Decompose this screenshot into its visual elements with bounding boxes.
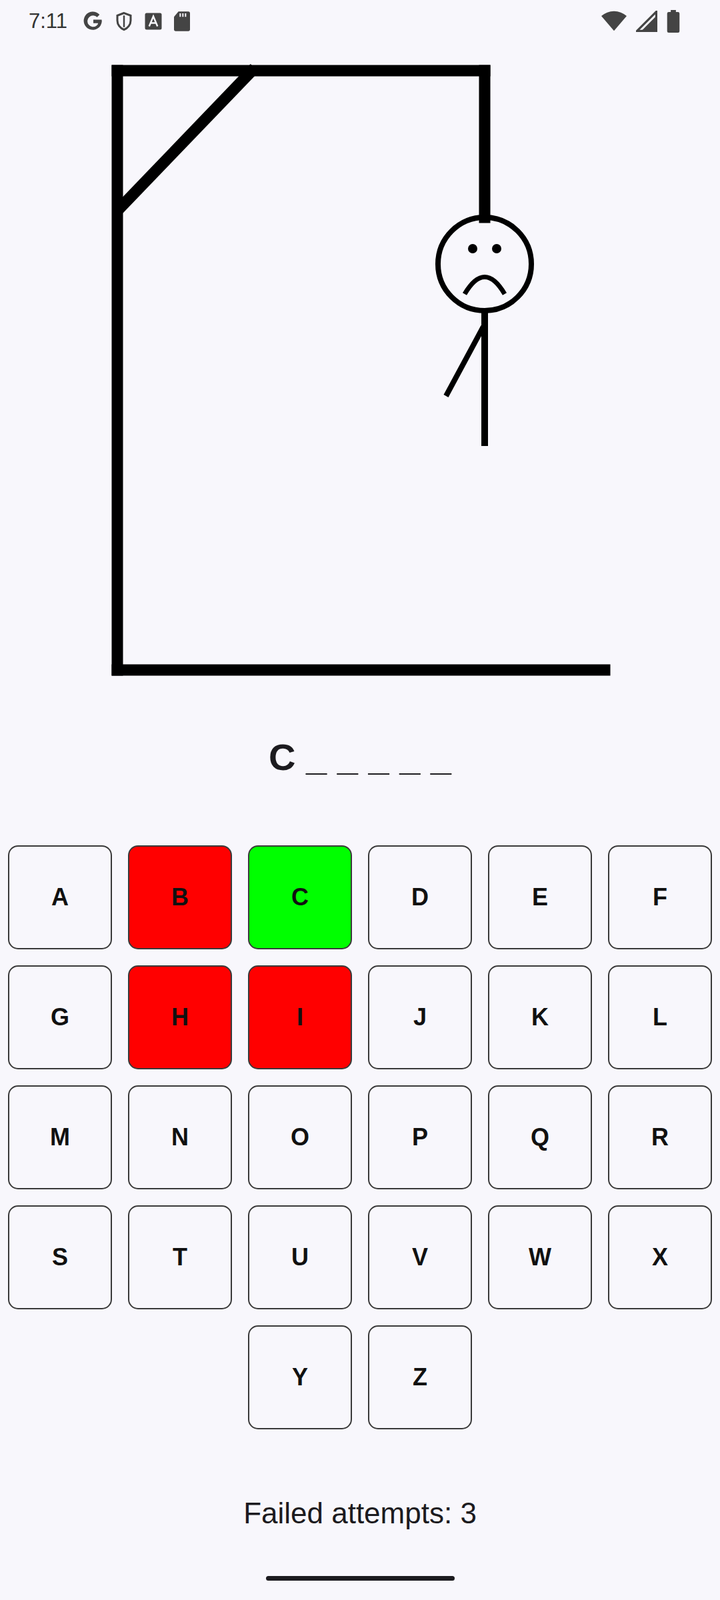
nav-handle[interactable] [266, 1576, 455, 1581]
letter-key[interactable]: Z [368, 1325, 472, 1430]
gallows-area [0, 60, 720, 700]
keyboard-row: GHIJKL [8, 965, 712, 1070]
status-time: 7:11 [28, 9, 68, 34]
letter-key[interactable]: S [8, 1205, 112, 1310]
letter-key[interactable]: W [488, 1205, 592, 1310]
letter-key[interactable]: E [488, 845, 592, 950]
letter-key[interactable]: Y [248, 1325, 352, 1430]
letter-key[interactable]: N [128, 1085, 232, 1190]
status-left: 7:11 [28, 8, 192, 35]
letter-key[interactable]: O [248, 1085, 352, 1190]
letter-key[interactable]: I [248, 965, 352, 1070]
hangman-screen: 7:11 C _ _ _ _ _ ABCDEF GHIJKL MNOPQR STUVWX Y… [0, 0, 720, 1600]
letter-key[interactable]: B [128, 845, 232, 950]
word-row: C _ _ _ _ _ [0, 700, 720, 814]
letter-key[interactable]: Q [488, 1085, 592, 1190]
failed-attempts: Failed attempts: 3 [243, 1496, 477, 1531]
letter-key[interactable]: L [608, 965, 712, 1070]
navigation-bar [0, 1530, 720, 1600]
gallows-drawing [0, 60, 720, 700]
letter-key[interactable]: G [8, 965, 112, 1070]
letter-key[interactable]: R [608, 1085, 712, 1190]
battery-icon [666, 10, 680, 33]
letter-key[interactable]: V [368, 1205, 472, 1310]
letter-key[interactable]: F [608, 845, 712, 950]
letter-key[interactable]: D [368, 845, 472, 950]
footer: Failed attempts: 3 [0, 1496, 720, 1531]
letter-key[interactable]: X [608, 1205, 712, 1310]
status-bar: 7:11 [0, 0, 720, 60]
shield-icon [114, 10, 134, 33]
keyboard-app-icon [143, 11, 164, 32]
sd-card-icon [172, 10, 192, 32]
google-icon [82, 10, 105, 33]
letter-key[interactable]: U [248, 1205, 352, 1310]
letter-key[interactable]: C [248, 845, 352, 950]
letter-key[interactable]: M [8, 1085, 112, 1190]
letter-key[interactable]: T [128, 1205, 232, 1310]
keyboard-row: STUVWX [8, 1205, 712, 1310]
keyboard-row: MNOPQR [8, 1085, 712, 1190]
keyboard-row: YZ [248, 1325, 472, 1430]
signal-icon [636, 10, 658, 32]
status-right [601, 8, 680, 35]
letter-key[interactable]: P [368, 1085, 472, 1190]
keyboard-row: ABCDEF [8, 845, 712, 950]
letter-key[interactable]: K [488, 965, 592, 1070]
letter-key[interactable]: J [368, 965, 472, 1070]
hangman-left-arm [446, 326, 484, 396]
letter-keyboard: ABCDEF GHIJKL MNOPQR STUVWX YZ [0, 845, 720, 1430]
hidden-word: C _ _ _ _ _ [268, 735, 452, 779]
letter-key[interactable]: A [8, 845, 112, 950]
wifi-icon [601, 10, 627, 32]
letter-key[interactable]: H [128, 965, 232, 1070]
hangman-head [438, 217, 532, 311]
